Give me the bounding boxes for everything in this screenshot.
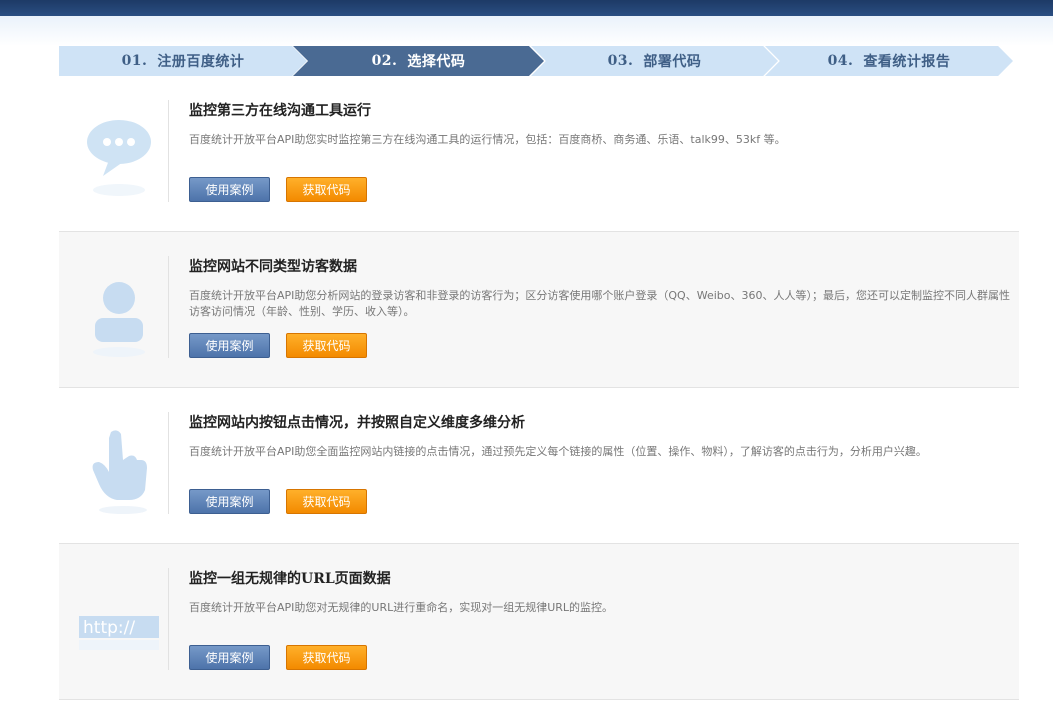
use-case-button[interactable]: 使用案例 <box>189 489 270 514</box>
section-title: 监控一组无规律的URL页面数据 <box>189 571 391 587</box>
section-title: 监控网站不同类型访客数据 <box>189 259 357 275</box>
get-code-button[interactable]: 获取代码 <box>286 645 367 670</box>
pointer-hand-icon <box>79 416 159 516</box>
divider <box>168 412 169 514</box>
step-3: 03. 部署代码 <box>531 46 778 76</box>
get-code-button[interactable]: 获取代码 <box>286 489 367 514</box>
http-label: http:// <box>83 618 135 638</box>
section-description: 百度统计开放平台API助您分析网站的登录访客和非登录的访客行为；区分访客使用哪个… <box>189 289 1010 318</box>
user-icon <box>79 260 159 360</box>
section-title: 监控网站内按钮点击情况，并按照自定义维度多维分析 <box>189 415 525 431</box>
use-case-button[interactable]: 使用案例 <box>189 645 270 670</box>
get-code-button[interactable]: 获取代码 <box>286 177 367 202</box>
step-number: 01. <box>121 53 148 69</box>
header-fade <box>0 16 1053 46</box>
step-number: 03. <box>607 53 634 69</box>
step-label: 注册百度统计 <box>157 54 245 70</box>
divider <box>168 568 169 670</box>
feature-section-url-data: http:// 监控一组无规律的URL页面数据 百度统计开放平台API助您对无规… <box>59 544 1019 700</box>
http-url-icon: http:// <box>79 572 159 672</box>
divider <box>168 256 169 358</box>
step-number: 02. <box>371 53 398 69</box>
section-title: 监控第三方在线沟通工具运行 <box>189 103 371 119</box>
feature-section-visitor-types: 监控网站不同类型访客数据 百度统计开放平台API助您分析网站的登录访客和非登录的… <box>59 232 1019 388</box>
get-code-button[interactable]: 获取代码 <box>286 333 367 358</box>
divider <box>168 100 169 202</box>
section-description: 百度统计开放平台API助您实时监控第三方在线沟通工具的运行情况，包括：百度商桥、… <box>189 133 786 146</box>
step-number: 04. <box>827 53 854 69</box>
top-header-bar <box>0 0 1053 16</box>
section-description: 百度统计开放平台API助您对无规律的URL进行重命名，实现对一组无规律URL的监… <box>189 601 614 614</box>
use-case-button[interactable]: 使用案例 <box>189 333 270 358</box>
feature-section-button-clicks: 监控网站内按钮点击情况，并按照自定义维度多维分析 百度统计开放平台API助您全面… <box>59 388 1019 544</box>
step-2-active: 02. 选择代码 <box>293 46 544 76</box>
step-label: 选择代码 <box>407 54 466 70</box>
chat-bubble-icon <box>79 104 159 204</box>
step-4: 04. 查看统计报告 <box>765 46 1013 76</box>
step-1: 01. 注册百度统计 <box>59 46 307 76</box>
step-label: 部署代码 <box>643 54 702 70</box>
step-label: 查看统计报告 <box>863 54 951 70</box>
use-case-button[interactable]: 使用案例 <box>189 177 270 202</box>
feature-section-chat-tool: 监控第三方在线沟通工具运行 百度统计开放平台API助您实时监控第三方在线沟通工具… <box>59 76 1019 232</box>
step-progress: 01. 注册百度统计 02. 选择代码 03. 部署代码 04. 查看统计报告 <box>59 46 1013 76</box>
section-description: 百度统计开放平台API助您全面监控网站内链接的点击情况，通过预先定义每个链接的属… <box>189 445 927 458</box>
